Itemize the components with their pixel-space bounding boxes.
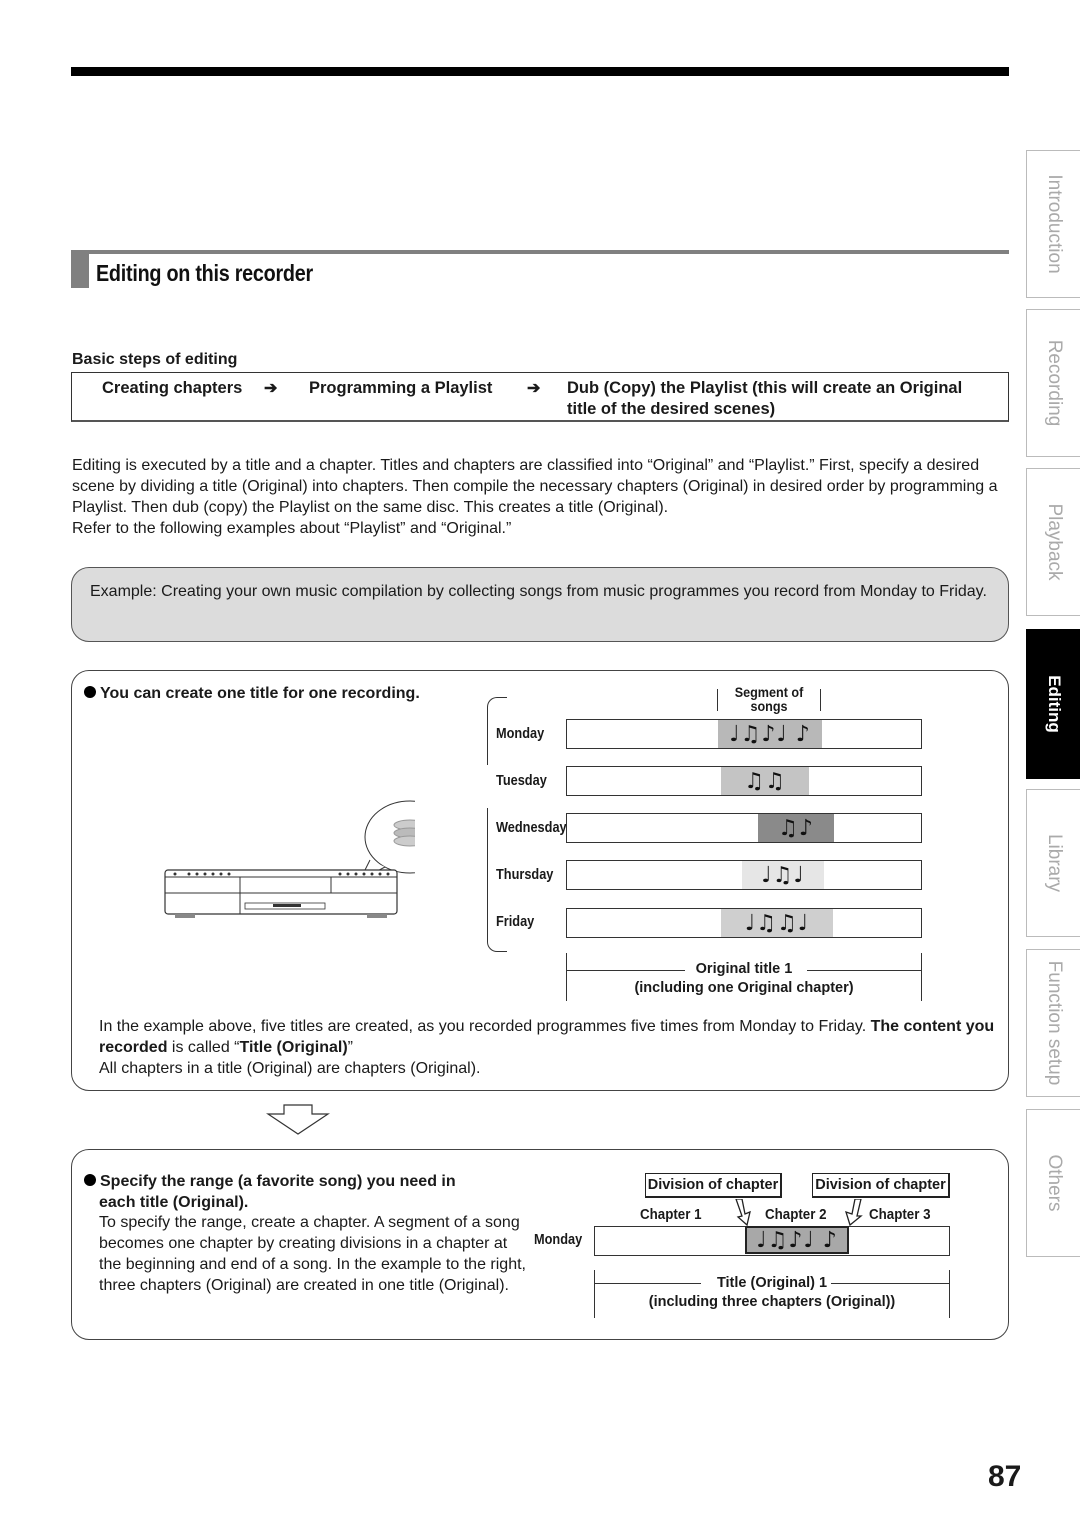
example-text: Example: Creating your own music compila… xyxy=(90,583,987,600)
section-heading: Editing on this recorder xyxy=(71,250,1009,290)
box1-text-2: is called “ xyxy=(167,1039,240,1056)
bullet-icon xyxy=(84,686,96,698)
segment-tick-left xyxy=(717,689,718,711)
recording-bar-tuesday: ♫♫ xyxy=(566,766,922,796)
side-tab-label: Function setup xyxy=(1043,960,1065,1086)
recording-bar-thursday: ♩♫♩ xyxy=(566,860,922,890)
intro-paragraph: Editing is executed by a title and a cha… xyxy=(72,455,1012,539)
chapter-2-label: Chapter 2 xyxy=(765,1207,827,1223)
section-title: Editing on this recorder xyxy=(96,260,313,286)
side-tab-label: Library xyxy=(1043,833,1065,893)
down-arrow-icon xyxy=(266,1104,330,1135)
chapter-3-label: Chapter 3 xyxy=(869,1207,931,1223)
side-tab-introduction[interactable]: Introduction xyxy=(1026,150,1080,298)
basic-steps-label: Basic steps of editing xyxy=(72,351,238,368)
recording-bar-wednesday: ♫♪ xyxy=(566,813,922,843)
arrow-icon: ➔ xyxy=(527,380,541,397)
side-tab-function-setup[interactable]: Function setup xyxy=(1026,949,1080,1097)
segment-label-line-2: songs xyxy=(750,698,788,714)
box1-text-3: ” xyxy=(347,1039,353,1056)
intro-text-2: Refer to the following examples about “P… xyxy=(72,520,512,537)
side-tab-editing[interactable]: Editing xyxy=(1026,629,1080,779)
page-number: 87 xyxy=(988,1460,1022,1493)
recording-bar-friday: ♩♫♫♩ xyxy=(566,908,922,938)
title-original-sublabel: (including three chapters (Original)) xyxy=(648,1294,896,1310)
original-title-sublabel: (including one Original chapter) xyxy=(634,980,854,996)
song-segment: ♩♫♫♩ xyxy=(721,909,833,937)
chapter-1-label: Chapter 1 xyxy=(640,1207,702,1223)
song-segment: ♫♪ xyxy=(758,814,834,842)
disc-stack-icon xyxy=(393,819,415,847)
box1-heading: You can create one title for one recordi… xyxy=(84,683,420,704)
song-segment: ♩♫♪♩ ♪ xyxy=(718,720,822,748)
title-original-span: Title (Original) 1 (including three chap… xyxy=(594,1270,950,1318)
chapter-2-segment: ♩♫♪♩ ♪ xyxy=(745,1226,849,1254)
side-tab-library[interactable]: Library xyxy=(1026,789,1080,937)
box1-heading-text: You can create one title for one recordi… xyxy=(100,685,420,702)
dvd-recorder-illustration xyxy=(164,800,415,918)
box2-heading-line-1: Specify the range (a favorite song) you … xyxy=(100,1173,456,1190)
side-tab-label: Others xyxy=(1043,1154,1065,1212)
box1-text-4: All chapters in a title (Original) are c… xyxy=(99,1060,481,1077)
song-segment: ♩♫♩ xyxy=(742,861,824,889)
song-segment: ♫♫ xyxy=(721,767,809,795)
box1-explanation: In the example above, five titles are cr… xyxy=(99,1016,999,1079)
side-tab-label: Editing xyxy=(1044,675,1064,733)
division-of-chapter-label-1: Division of chapter xyxy=(645,1173,782,1198)
top-rule xyxy=(71,67,1009,76)
recording-bar-monday-chapters: ♩♫♪♩ ♪ xyxy=(594,1226,950,1256)
title-original-label: Title (Original) 1 xyxy=(716,1275,828,1291)
box2-heading-line-2: each title (Original). xyxy=(99,1194,249,1211)
box1-text-1: In the example above, five titles are cr… xyxy=(99,1018,871,1035)
side-tab-playback[interactable]: Playback xyxy=(1026,468,1080,616)
day-label-monday: Monday xyxy=(496,725,545,742)
segment-of-songs-label: Segment of songs xyxy=(727,685,812,713)
step-dub-playlist: Dub (Copy) the Playlist (this will creat… xyxy=(567,379,963,397)
division-arrow-icon xyxy=(845,1199,863,1226)
division-arrow-icon xyxy=(735,1199,751,1226)
box2-heading: Specify the range (a favorite song) you … xyxy=(84,1171,524,1213)
box1-text-bold-2: Title (Original) xyxy=(239,1039,348,1056)
day-label-monday: Monday xyxy=(534,1231,583,1248)
bullet-icon xyxy=(84,1174,96,1186)
division-of-chapter-label-2: Division of chapter xyxy=(812,1173,950,1198)
step-creating-chapters: Creating chapters xyxy=(102,379,243,397)
original-title-label: Original title 1 xyxy=(695,961,793,977)
side-tab-others[interactable]: Others xyxy=(1026,1109,1080,1257)
day-label-friday: Friday xyxy=(496,913,535,930)
step-programming-playlist: Programming a Playlist xyxy=(309,379,493,397)
basic-steps-box: Creating chapters ➔ Programming a Playli… xyxy=(71,372,1009,422)
intro-text: Editing is executed by a title and a cha… xyxy=(72,457,998,516)
step-dub-playlist-cont: title of the desired scenes) xyxy=(567,400,776,418)
side-tab-recording[interactable]: Recording xyxy=(1026,309,1080,457)
day-label-thursday: Thursday xyxy=(496,866,554,883)
heading-rule xyxy=(71,250,1009,254)
segment-tick-right xyxy=(820,689,821,711)
side-tab-label: Introduction xyxy=(1043,174,1065,274)
side-tab-label: Recording xyxy=(1043,339,1065,427)
arrow-icon: ➔ xyxy=(264,380,278,397)
original-title-span: Original title 1 (including one Original… xyxy=(566,953,922,1001)
day-label-wednesday: Wednesday xyxy=(496,819,567,836)
box2-explanation: To specify the range, create a chapter. … xyxy=(99,1214,526,1294)
side-tab-label: Playback xyxy=(1043,503,1065,581)
day-label-tuesday: Tuesday xyxy=(496,772,547,789)
example-callout: Example: Creating your own music compila… xyxy=(71,567,1009,642)
heading-marker xyxy=(71,250,89,288)
recording-bar-monday: ♩♫♪♩ ♪ xyxy=(566,719,922,749)
